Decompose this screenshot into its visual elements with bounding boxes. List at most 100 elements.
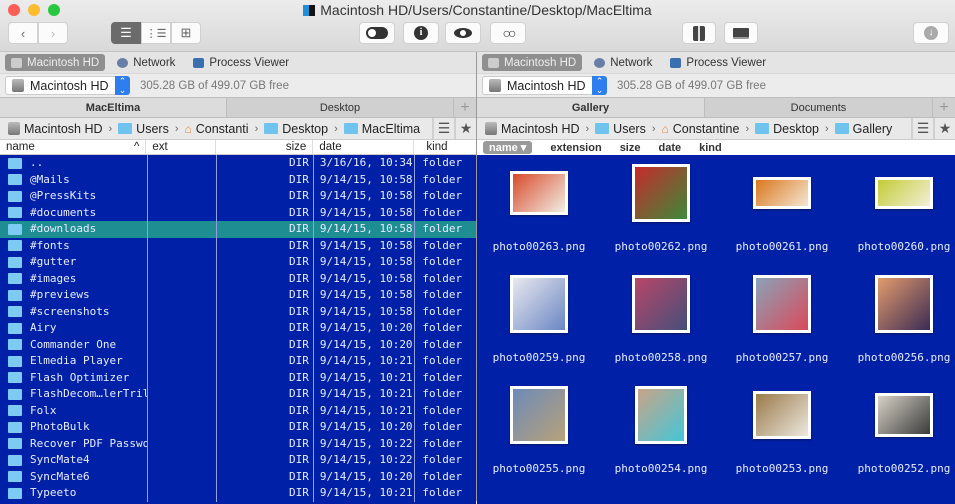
file-row[interactable]: Flash Optimizer DIR 9/14/15, 10:21 folder	[0, 369, 476, 386]
breadcrumb-desktop[interactable]: Desktop	[264, 122, 328, 136]
file-name: Airy	[30, 321, 57, 334]
column-name[interactable]: name ^	[0, 140, 147, 154]
tab-desktop[interactable]: Desktop	[227, 98, 454, 117]
breadcrumb-macintosh-hd[interactable]: Macintosh HD	[485, 122, 580, 136]
archive-button[interactable]	[682, 22, 716, 44]
detail-view-button[interactable]: ⋮☰	[141, 22, 171, 44]
file-name-cell: Commander One	[0, 336, 148, 353]
file-row[interactable]: #documents DIR 9/14/15, 10:58 folder	[0, 204, 476, 221]
history-button[interactable]: ☰	[911, 118, 933, 139]
back-button[interactable]: ‹	[8, 22, 38, 44]
add-tab-button[interactable]: +	[933, 98, 955, 117]
add-tab-button[interactable]: +	[454, 98, 476, 117]
file-row[interactable]: SyncMate4 DIR 9/14/15, 10:22 folder	[0, 452, 476, 469]
breadcrumb-gallery[interactable]: Gallery	[834, 122, 892, 136]
stepper-icon: ⌃ ⌄	[592, 76, 607, 95]
favorites-button[interactable]: ★	[933, 118, 955, 139]
gallery-item[interactable]: photo00260.png	[844, 163, 955, 263]
gallery-item[interactable]: photo00263.png	[479, 163, 599, 263]
breadcrumb-constantine[interactable]: ⌂ Constantine	[662, 122, 740, 136]
file-ext	[148, 171, 217, 188]
gallery-item[interactable]: photo00254.png	[601, 385, 721, 485]
file-kind: folder	[422, 238, 463, 252]
device-network[interactable]: Network	[588, 54, 658, 71]
gallery-item[interactable]: photo00257.png	[722, 274, 842, 374]
gallery-item[interactable]: photo00261.png	[722, 163, 842, 263]
sort-size-button[interactable]: size	[620, 142, 641, 154]
file-row[interactable]: @Mails DIR 9/14/15, 10:58 folder	[0, 171, 476, 188]
file-ext	[148, 254, 217, 271]
sort-name-button[interactable]: name ▾	[483, 141, 533, 154]
drive-selector[interactable]: Macintosh HD ⌃ ⌄	[5, 76, 130, 95]
file-ext	[148, 485, 217, 502]
device-macintosh-hd[interactable]: Macintosh HD	[5, 54, 106, 71]
column-kind[interactable]: kind	[414, 140, 476, 154]
file-row[interactable]: @PressKits DIR 9/14/15, 10:58 folder	[0, 188, 476, 205]
breadcrumb-macintosh-hd[interactable]: Macintosh HD	[8, 122, 103, 136]
file-size: DIR	[217, 468, 314, 485]
file-kind: folder	[422, 189, 463, 202]
gallery-item[interactable]: photo00259.png	[479, 274, 599, 374]
file-row[interactable]: #screenshots DIR 9/14/15, 10:58 folder	[0, 303, 476, 320]
forward-button[interactable]: ›	[38, 22, 68, 44]
file-row[interactable]: Airy DIR 9/14/15, 10:20 folder	[0, 320, 476, 337]
sort-extension-button[interactable]: extension	[550, 142, 601, 154]
history-button[interactable]: ☰	[432, 118, 454, 139]
monitor-icon	[193, 57, 205, 68]
gallery-item[interactable]: photo00262.png	[601, 163, 721, 263]
toggle-hidden-button[interactable]	[359, 22, 395, 44]
file-row[interactable]: #images DIR 9/14/15, 10:58 folder	[0, 270, 476, 287]
grid-view-button[interactable]: ⊞	[171, 22, 201, 44]
gallery-item[interactable]: photo00253.png	[722, 385, 842, 485]
file-row[interactable]: .. DIR 3/16/16, 10:34 folder	[0, 155, 476, 172]
breadcrumb-maceltima[interactable]: MacEltima	[343, 122, 420, 136]
file-row[interactable]: Elmedia Player DIR 9/14/15, 10:21 folder	[0, 353, 476, 370]
column-size[interactable]: size	[216, 140, 314, 154]
device-process-viewer[interactable]: Process Viewer	[187, 54, 295, 71]
crumb-label: Desktop	[773, 121, 819, 136]
file-row[interactable]: PhotoBulk DIR 9/14/15, 10:20 folder	[0, 419, 476, 436]
file-row[interactable]: Commander One DIR 9/14/15, 10:20 folder	[0, 336, 476, 353]
folder-icon	[8, 256, 22, 268]
list-view-button[interactable]: ☰	[111, 22, 141, 44]
download-button[interactable]: ↓	[913, 22, 949, 44]
file-row[interactable]: FlashDecom…lerTrillix DIR9/14/15, 10:21 fo…	[0, 386, 476, 403]
file-row[interactable]: #downloads DIR 9/14/15, 10:58 folder	[0, 221, 476, 238]
search-button[interactable]: ○○	[490, 22, 526, 44]
favorites-button[interactable]: ★	[454, 118, 476, 139]
breadcrumb-users[interactable]: Users	[595, 122, 646, 136]
file-list[interactable]: .. DIR 3/16/16, 10:34 folder @Mails DIR 9/14/1…	[0, 155, 476, 504]
sort-date-button[interactable]: date	[658, 142, 681, 154]
gallery-item[interactable]: photo00256.png	[844, 274, 955, 374]
device-network[interactable]: Network	[111, 54, 181, 71]
gallery-item[interactable]: photo00255.png	[479, 385, 599, 485]
tab-gallery[interactable]: Gallery	[477, 98, 705, 117]
file-row[interactable]: #previews DIR 9/14/15, 10:58 folder	[0, 287, 476, 304]
gallery-item[interactable]: photo00258.png	[601, 274, 721, 374]
hard-drive-icon	[8, 122, 20, 135]
column-ext[interactable]: ext	[146, 140, 217, 154]
breadcrumb-desktop[interactable]: Desktop	[755, 122, 819, 136]
device-macintosh-hd[interactable]: Macintosh HD	[482, 54, 583, 71]
breadcrumb-users[interactable]: Users	[118, 122, 169, 136]
file-row[interactable]: #gutter DIR 9/14/15, 10:58 folder	[0, 254, 476, 271]
file-row[interactable]: Recover PDF Password DIR9/14/15, 10:22 fol…	[0, 435, 476, 452]
tab-documents[interactable]: Documents	[705, 98, 933, 117]
file-row[interactable]: #fonts DIR 9/14/15, 10:58 folder	[0, 237, 476, 254]
column-date[interactable]: date	[313, 140, 415, 154]
sort-kind-button[interactable]: kind	[699, 142, 722, 154]
file-row[interactable]: Typeeto DIR 9/14/15, 10:21 folder	[0, 485, 476, 502]
file-row[interactable]: SyncMate6 DIR 9/14/15, 10:20 folder	[0, 468, 476, 485]
tab-maceltima[interactable]: MacEltima	[0, 98, 227, 117]
file-ext	[148, 369, 217, 386]
folder-icon	[8, 306, 22, 318]
network-share-button[interactable]	[724, 22, 758, 44]
quick-look-button[interactable]	[445, 22, 481, 44]
file-row[interactable]: Folx DIR 9/14/15, 10:21 folder	[0, 402, 476, 419]
info-button[interactable]: i	[403, 22, 439, 44]
drive-selector[interactable]: Macintosh HD ⌃ ⌄	[482, 76, 607, 95]
gallery-item[interactable]: photo00252.png	[844, 385, 955, 485]
device-process-viewer[interactable]: Process Viewer	[664, 54, 772, 71]
file-kind: folder	[422, 387, 463, 400]
breadcrumb-constantine[interactable]: ⌂ Constanti	[185, 122, 249, 136]
